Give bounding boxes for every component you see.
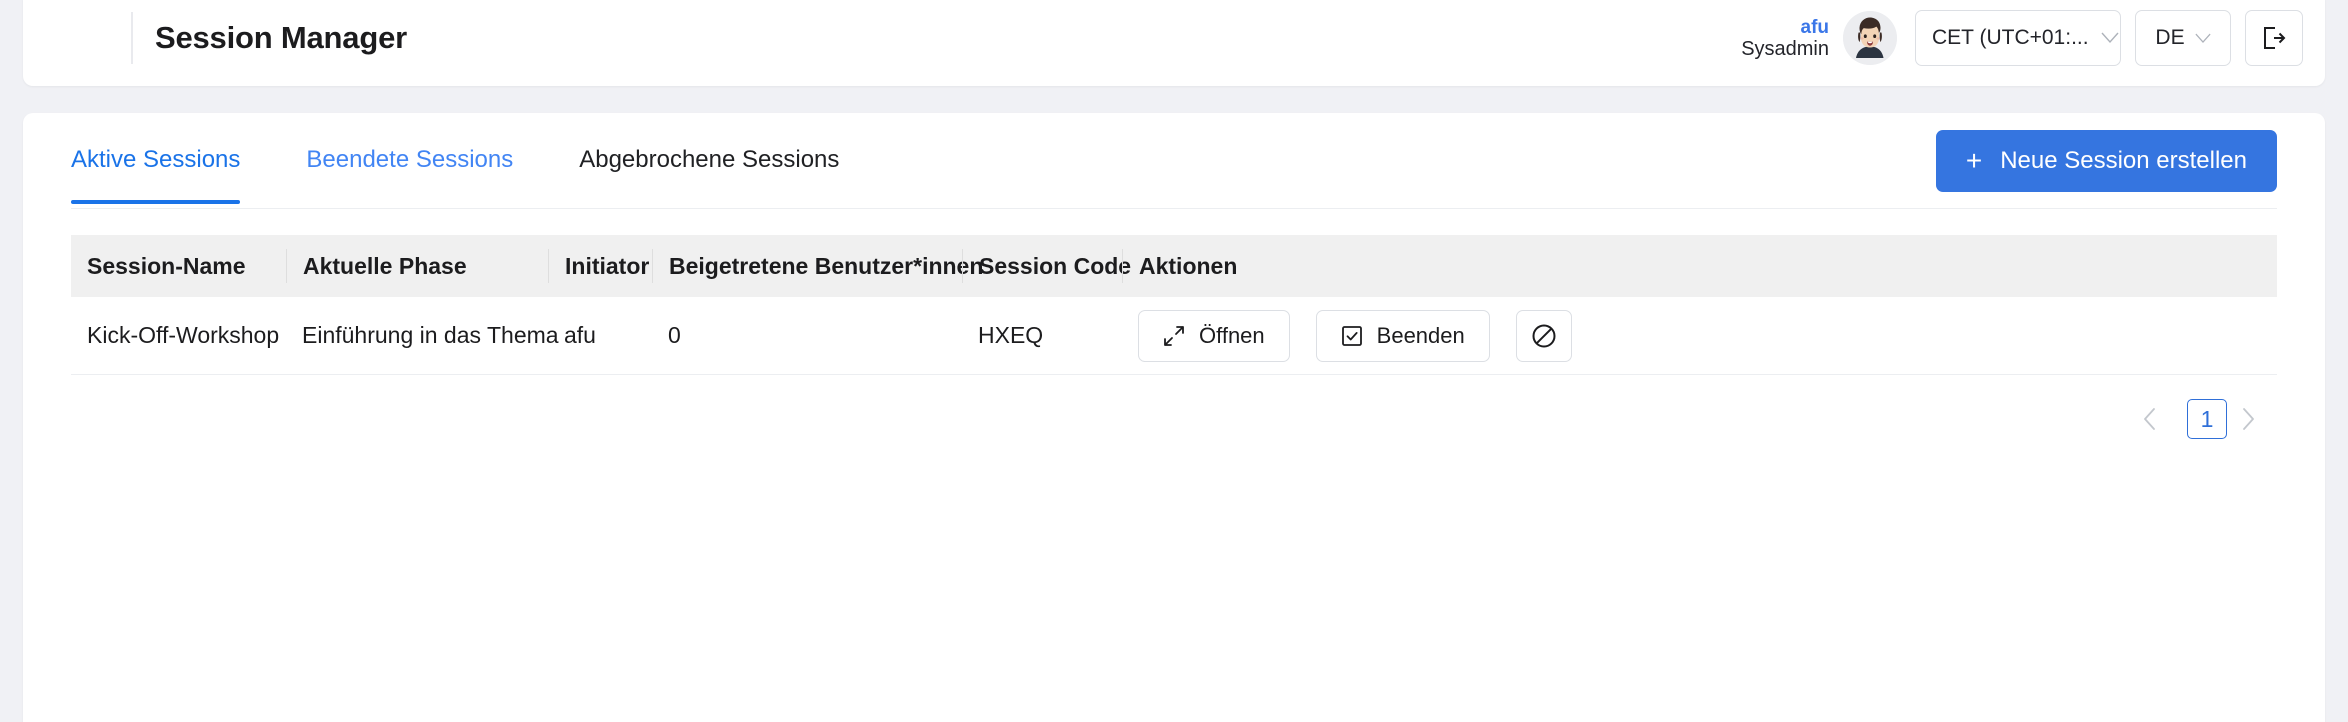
row-action-buttons: Öffnen Beenden (1138, 309, 1572, 362)
sessions-table: Session-Name Aktuelle Phase Initiator Be… (71, 235, 2277, 375)
logout-icon (2261, 25, 2287, 51)
user-info[interactable]: afu Sysadmin (1741, 15, 1829, 62)
end-session-label: Beenden (1376, 322, 1465, 348)
user-name: afu (1800, 16, 1830, 38)
tab-abgebrochene-sessions[interactable]: Abgebrochene Sessions (579, 146, 839, 204)
tab-label: Abgebrochene Sessions (579, 145, 840, 173)
avatar[interactable] (1843, 11, 1897, 65)
chevron-down-icon (2195, 33, 2211, 44)
page-title: Session Manager (155, 20, 407, 55)
title-divider (131, 12, 133, 64)
create-session-label: Neue Session erstellen (2000, 146, 2247, 174)
create-session-button[interactable]: + Neue Session erstellen (1935, 129, 2277, 192)
table-header-row: Session-Name Aktuelle Phase Initiator Be… (71, 235, 2277, 297)
cell-aktionen: Öffnen Beenden (1122, 309, 2277, 362)
cell-initiator: afu (564, 322, 596, 348)
app-root: Session Manager afu Sysadmin CET (UTC+01… (0, 0, 2348, 722)
column-header-session-name: Session-Name (87, 252, 246, 279)
checkbox-checked-icon (1341, 325, 1363, 347)
chevron-left-icon[interactable] (2143, 408, 2173, 430)
table-row: Kick-Off-Workshop Einführung in das Them… (71, 297, 2277, 375)
column-header-initiator: Initiator (548, 249, 652, 283)
tab-beendete-sessions[interactable]: Beendete Sessions (306, 146, 513, 204)
language-value: DE (2155, 26, 2185, 49)
app-header: Session Manager afu Sysadmin CET (UTC+01… (23, 0, 2325, 86)
logout-button[interactable] (2245, 10, 2303, 66)
sessions-panel: Aktive Sessions Beendete Sessions Abgebr… (23, 113, 2325, 722)
user-role: Sysadmin (1741, 38, 1829, 61)
tab-aktive-sessions[interactable]: Aktive Sessions (71, 145, 241, 204)
page-title-group: Session Manager (131, 9, 407, 67)
tab-label: Beendete Sessions (306, 145, 514, 173)
column-header-session-code: Session Code (962, 249, 1131, 283)
cell-session-code: HXEQ (978, 322, 1044, 348)
timezone-value: CET (UTC+01:... (1932, 26, 2089, 49)
user-avatar-illustration (1843, 11, 1897, 65)
timezone-select[interactable]: CET (UTC+01:... (1915, 10, 2121, 66)
cell-beigetretene-benutzer: 0 (668, 322, 681, 348)
cell-aktuelle-phase: Einführung in das Thema (302, 322, 559, 348)
column-header-beigetretene-benutzer: Beigetretene Benutzer*innen (652, 249, 983, 283)
column-header-aktuelle-phase: Aktuelle Phase (286, 249, 548, 283)
end-session-button[interactable]: Beenden (1315, 309, 1490, 362)
expand-arrows-icon (1163, 325, 1185, 347)
tabs-bar: Aktive Sessions Beendete Sessions Abgebr… (71, 113, 2277, 209)
open-session-button[interactable]: Öffnen (1138, 309, 1290, 362)
open-session-label: Öffnen (1199, 322, 1265, 348)
cancel-session-button[interactable] (1515, 309, 1572, 362)
prohibited-icon (1530, 322, 1558, 350)
pagination: 1 (23, 399, 2271, 439)
cell-session-name: Kick-Off-Workshop (87, 322, 280, 348)
chevron-right-icon[interactable] (2241, 408, 2271, 430)
plus-icon: + (1965, 144, 1983, 176)
language-select[interactable]: DE (2135, 10, 2231, 66)
page-number-1[interactable]: 1 (2187, 399, 2227, 439)
tab-label: Aktive Sessions (71, 145, 241, 173)
column-header-aktionen: Aktionen (1122, 249, 2277, 283)
header-actions: afu Sysadmin CET (UTC+01:... DE (1741, 10, 2303, 66)
chevron-down-icon (2101, 32, 2119, 44)
